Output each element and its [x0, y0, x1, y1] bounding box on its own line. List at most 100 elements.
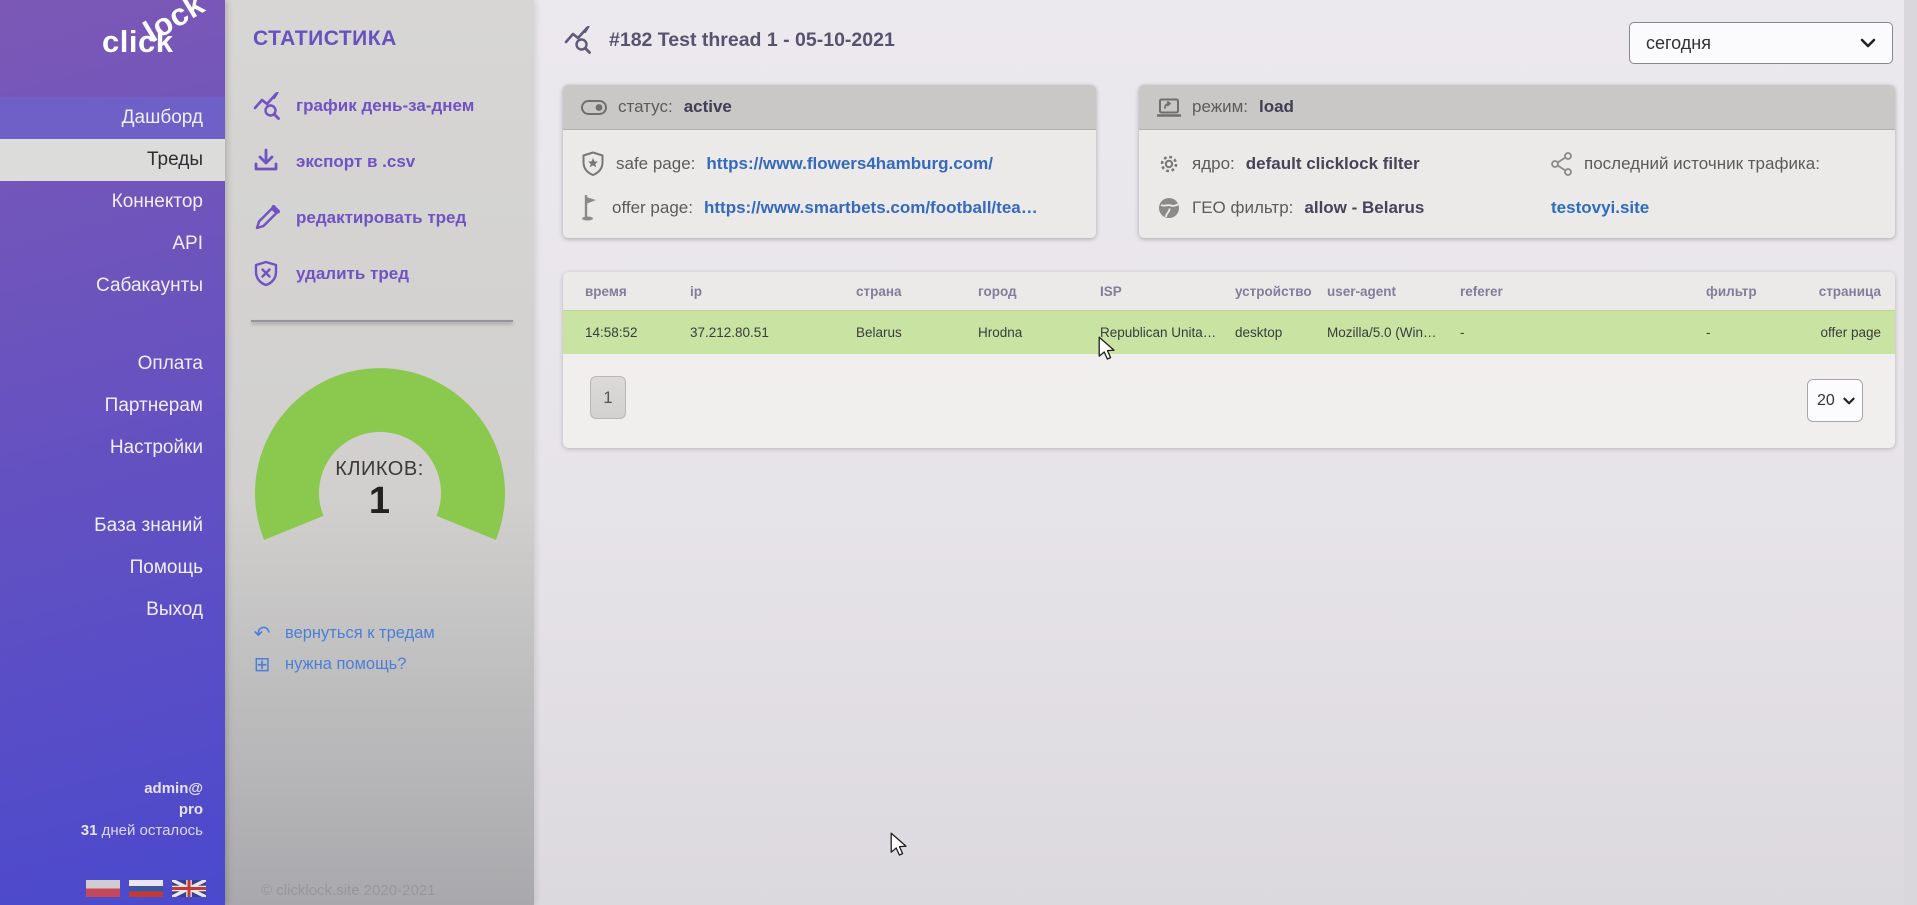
column-header-filter: фильтр	[1706, 272, 1812, 310]
download-icon	[253, 148, 283, 176]
page-1-button[interactable]: 1	[590, 376, 626, 419]
menu-item-edit-thread[interactable]: редактировать тред	[253, 198, 474, 238]
main-content: #182 Test thread 1 - 05-10-2021 сегодня …	[534, 0, 1917, 905]
globe-icon	[1157, 196, 1181, 220]
core-value: default clicklock filter	[1246, 154, 1420, 174]
polish-flag[interactable]	[86, 880, 120, 897]
link-label: вернуться к тредам	[285, 624, 435, 643]
stats-panel: СТАТИСТИКА график день-за-днем экспорт в…	[225, 0, 534, 905]
stats-title: СТАТИСТИКА	[253, 27, 397, 51]
help-plus-icon: ⊞	[251, 655, 273, 675]
period-select[interactable]: сегодня	[1629, 22, 1893, 64]
sidebar-item-dashboard[interactable]: Дашборд	[0, 97, 225, 139]
cell-device: desktop	[1235, 311, 1327, 354]
status-card-header: статус: active	[563, 85, 1096, 130]
column-header-user-agent: user-agent	[1327, 272, 1460, 310]
clicks-table: время ip страна город ISP устройство use…	[563, 272, 1895, 448]
mouse-cursor	[888, 832, 910, 856]
screen-share-icon	[1157, 98, 1181, 117]
copyright: © clicklock.site 2020-2021	[261, 882, 435, 899]
mode-card-body: ядро: default clicklock filter ГЕО фильт…	[1139, 130, 1895, 230]
stats-divider	[251, 320, 513, 322]
stats-menu: график день-за-днем экспорт в .csv редак…	[253, 86, 474, 310]
table-row[interactable]: 14:58:52 37.212.80.51 Belarus Hrodna Rep…	[563, 310, 1895, 354]
chevron-down-icon	[1843, 397, 1855, 405]
gauge-value: 1	[225, 481, 534, 521]
back-to-threads-link[interactable]: ↶ вернуться к тредам	[251, 618, 435, 649]
mode-label: режим:	[1192, 97, 1248, 117]
traffic-source-link[interactable]: testovyi.site	[1551, 186, 1877, 230]
uk-flag[interactable]	[172, 880, 206, 897]
chart-search-icon	[253, 92, 283, 120]
core-row: ядро: default clicklock filter	[1157, 142, 1551, 186]
cell-page: offer page	[1812, 311, 1895, 354]
menu-item-export-csv[interactable]: экспорт в .csv	[253, 142, 474, 182]
sidebar-item-subaccounts[interactable]: Сабакаунты	[0, 265, 225, 307]
account-plan: pro	[81, 799, 203, 820]
table-footer: 1 20	[563, 354, 1895, 448]
safe-page-row: safe page: https://www.flowers4hamburg.c…	[581, 142, 1078, 186]
chart-search-icon	[563, 26, 595, 54]
core-label: ядро:	[1192, 154, 1235, 174]
sidebar-item-knowledge-base[interactable]: База знаний	[0, 505, 225, 547]
mouse-cursor	[1096, 336, 1118, 360]
nav-spacer	[0, 469, 225, 505]
chevron-down-icon	[1860, 38, 1876, 48]
nav-spacer	[0, 307, 225, 343]
offer-page-label: offer page:	[612, 198, 693, 218]
menu-item-label: экспорт в .csv	[296, 152, 415, 172]
status-value: active	[684, 97, 732, 117]
mode-card-left-column: ядро: default clicklock filter ГЕО фильт…	[1157, 142, 1551, 230]
menu-item-delete-thread[interactable]: удалить тред	[253, 254, 474, 294]
link-label: нужна помощь?	[285, 655, 406, 674]
sidebar-item-api[interactable]: API	[0, 223, 225, 265]
gauge-readout: КЛИКОВ: 1	[225, 458, 534, 521]
offer-page-link[interactable]: https://www.smartbets.com/football/tea…	[704, 198, 1038, 218]
menu-item-day-by-day-chart[interactable]: график день-за-днем	[253, 86, 474, 126]
geo-filter-value: allow - Belarus	[1304, 198, 1424, 218]
thread-title-bar: #182 Test thread 1 - 05-10-2021	[563, 26, 895, 54]
cell-filter: -	[1706, 311, 1812, 354]
account-info: admin@ pro 31 дней осталось	[81, 778, 203, 841]
period-select-value: сегодня	[1646, 33, 1860, 54]
shield-star-icon	[581, 151, 605, 177]
page-scrollbar[interactable]	[1904, 0, 1917, 905]
sidebar-item-partners[interactable]: Партнерам	[0, 385, 225, 427]
column-header-device: устройство	[1235, 272, 1327, 310]
page-size-select[interactable]: 20	[1807, 379, 1863, 422]
cell-country: Belarus	[856, 311, 978, 354]
gear-icon	[1157, 152, 1181, 176]
sidebar-item-connector[interactable]: Коннектор	[0, 181, 225, 223]
app-window: click lock Дашборд Треды Коннектор API С…	[0, 0, 1917, 905]
geo-filter-row: ГЕО фильтр: allow - Belarus	[1157, 186, 1551, 230]
sidebar-nav: Дашборд Треды Коннектор API Сабакаунты О…	[0, 97, 225, 631]
sidebar-item-threads[interactable]: Треды	[0, 139, 225, 181]
geo-filter-label: ГЕО фильтр:	[1192, 198, 1293, 218]
cell-time: 14:58:52	[563, 311, 690, 354]
sidebar-item-help[interactable]: Помощь	[0, 547, 225, 589]
toggle-icon	[581, 100, 607, 115]
gauge-label: КЛИКОВ:	[225, 458, 534, 481]
traffic-source-label: последний источник трафика:	[1584, 154, 1820, 174]
cell-ip: 37.212.80.51	[690, 311, 856, 354]
account-email: admin@	[81, 778, 203, 799]
cell-user-agent: Mozilla/5.0 (Win…	[1327, 311, 1460, 354]
stats-links: ↶ вернуться к тредам ⊞ нужна помощь?	[251, 618, 435, 680]
column-header-time: время	[563, 272, 690, 310]
menu-item-label: график день-за-днем	[296, 96, 474, 116]
status-card: статус: active safe page: https://www.fl…	[563, 85, 1096, 238]
share-icon	[1551, 152, 1573, 176]
status-card-body: safe page: https://www.flowers4hamburg.c…	[563, 130, 1096, 230]
sidebar-item-settings[interactable]: Настройки	[0, 427, 225, 469]
need-help-link[interactable]: ⊞ нужна помощь?	[251, 649, 435, 680]
russian-flag[interactable]	[129, 880, 163, 897]
traffic-source-row: последний источник трафика:	[1551, 142, 1877, 186]
shield-x-icon	[253, 260, 283, 288]
sidebar: click lock Дашборд Треды Коннектор API С…	[0, 0, 225, 905]
sidebar-item-logout[interactable]: Выход	[0, 589, 225, 631]
safe-page-link[interactable]: https://www.flowers4hamburg.com/	[706, 154, 993, 174]
page-title: #182 Test thread 1 - 05-10-2021	[609, 29, 895, 52]
sidebar-item-payment[interactable]: Оплата	[0, 343, 225, 385]
table-header-row: время ip страна город ISP устройство use…	[563, 272, 1895, 310]
cell-isp: Republican Unita…	[1100, 311, 1235, 354]
